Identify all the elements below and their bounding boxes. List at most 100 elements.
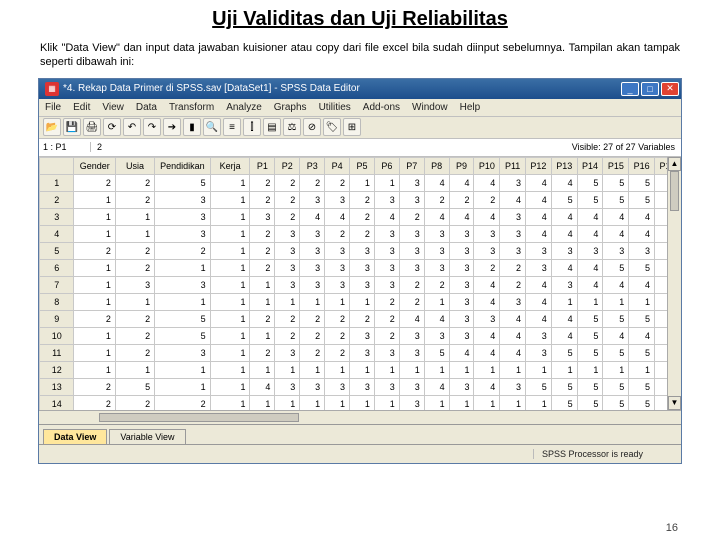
data-cell[interactable]: 2	[300, 327, 325, 344]
data-cell[interactable]: 4	[474, 208, 500, 225]
data-cell[interactable]: 1	[350, 174, 375, 191]
data-cell[interactable]: 2	[474, 259, 500, 276]
menu-window[interactable]: Window	[412, 102, 448, 113]
row-header[interactable]: 8	[40, 293, 74, 310]
data-cell[interactable]: 5	[577, 327, 603, 344]
data-cell[interactable]: 1	[374, 361, 399, 378]
data-cell[interactable]: 2	[449, 191, 474, 208]
data-cell[interactable]: 3	[424, 242, 449, 259]
data-cell[interactable]: 4	[603, 208, 629, 225]
data-cell[interactable]: 1	[115, 293, 154, 310]
data-cell[interactable]: 1	[74, 259, 115, 276]
data-cell[interactable]: 2	[250, 225, 275, 242]
scroll-thumb-h[interactable]	[99, 413, 299, 422]
data-cell[interactable]: 4	[525, 293, 551, 310]
data-cell[interactable]: 2	[250, 174, 275, 191]
data-cell[interactable]: 3	[275, 276, 300, 293]
data-cell[interactable]: 4	[500, 327, 526, 344]
data-cell[interactable]: 2	[424, 191, 449, 208]
data-cell[interactable]: 2	[474, 191, 500, 208]
data-cell[interactable]: 3	[300, 225, 325, 242]
data-cell[interactable]: 5	[629, 344, 655, 361]
data-cell[interactable]: 1	[250, 276, 275, 293]
data-cell[interactable]: 1	[74, 225, 115, 242]
data-cell[interactable]: 4	[250, 378, 275, 395]
data-cell[interactable]: 2	[374, 310, 399, 327]
column-header[interactable]: P3	[300, 157, 325, 174]
menu-view[interactable]: View	[102, 102, 124, 113]
column-header[interactable]: P11	[500, 157, 526, 174]
data-cell[interactable]: 3	[325, 378, 350, 395]
vertical-scrollbar[interactable]: ▲ ▼	[667, 157, 681, 410]
undo-icon[interactable]: ↶	[123, 118, 141, 136]
column-header[interactable]: Kerja	[210, 157, 250, 174]
data-cell[interactable]: 2	[115, 259, 154, 276]
data-cell[interactable]: 3	[500, 378, 526, 395]
data-cell[interactable]: 2	[325, 310, 350, 327]
data-cell[interactable]: 1	[551, 293, 577, 310]
data-cell[interactable]: 2	[250, 242, 275, 259]
data-cell[interactable]: 3	[155, 225, 211, 242]
data-cell[interactable]: 3	[577, 242, 603, 259]
data-cell[interactable]: 3	[399, 191, 424, 208]
data-cell[interactable]: 2	[74, 310, 115, 327]
data-cell[interactable]: 5	[551, 378, 577, 395]
data-cell[interactable]: 3	[374, 344, 399, 361]
data-cell[interactable]: 2	[300, 174, 325, 191]
data-cell[interactable]: 2	[115, 327, 154, 344]
data-cell[interactable]: 3	[525, 242, 551, 259]
data-cell[interactable]: 3	[449, 242, 474, 259]
data-cell[interactable]: 1	[325, 293, 350, 310]
data-cell[interactable]: 3	[500, 242, 526, 259]
data-cell[interactable]: 1	[115, 361, 154, 378]
data-cell[interactable]: 4	[500, 191, 526, 208]
insert-case-icon[interactable]: ≡	[223, 118, 241, 136]
data-cell[interactable]: 1	[155, 293, 211, 310]
data-cell[interactable]: 1	[210, 378, 250, 395]
data-cell[interactable]: 1	[629, 293, 655, 310]
row-header[interactable]: 9	[40, 310, 74, 327]
row-header[interactable]: 3	[40, 208, 74, 225]
sets-icon[interactable]: ⊞	[343, 118, 361, 136]
scroll-up-arrow-icon[interactable]: ▲	[668, 157, 681, 171]
data-cell[interactable]: 4	[525, 276, 551, 293]
data-cell[interactable]: 4	[551, 225, 577, 242]
data-cell[interactable]: 4	[424, 208, 449, 225]
data-cell[interactable]: 3	[300, 378, 325, 395]
data-cell[interactable]: 5	[155, 310, 211, 327]
data-cell[interactable]: 5	[603, 344, 629, 361]
data-cell[interactable]: 3	[449, 225, 474, 242]
data-cell[interactable]: 3	[399, 259, 424, 276]
data-cell[interactable]: 2	[250, 310, 275, 327]
row-header[interactable]: 2	[40, 191, 74, 208]
data-cell[interactable]: 2	[399, 293, 424, 310]
data-cell[interactable]: 1	[474, 361, 500, 378]
data-cell[interactable]: 3	[350, 378, 375, 395]
data-cell[interactable]: 2	[350, 310, 375, 327]
data-cell[interactable]: 5	[629, 259, 655, 276]
data-cell[interactable]: 2	[500, 276, 526, 293]
column-header[interactable]: P14	[577, 157, 603, 174]
data-cell[interactable]: 5	[577, 174, 603, 191]
data-cell[interactable]: 5	[155, 327, 211, 344]
data-cell[interactable]: 3	[350, 276, 375, 293]
data-cell[interactable]: 1	[210, 310, 250, 327]
data-cell[interactable]: 1	[115, 208, 154, 225]
data-cell[interactable]: 4	[603, 327, 629, 344]
split-icon[interactable]: ▤	[263, 118, 281, 136]
minimize-button[interactable]: _	[621, 82, 639, 96]
row-header[interactable]: 7	[40, 276, 74, 293]
data-cell[interactable]: 2	[399, 208, 424, 225]
data-cell[interactable]: 5	[603, 310, 629, 327]
data-cell[interactable]: 2	[350, 191, 375, 208]
row-header[interactable]: 1	[40, 174, 74, 191]
data-cell[interactable]: 5	[603, 174, 629, 191]
column-header[interactable]: P5	[350, 157, 375, 174]
data-cell[interactable]: 2	[325, 174, 350, 191]
data-cell[interactable]: 4	[449, 174, 474, 191]
data-cell[interactable]: 3	[374, 378, 399, 395]
data-cell[interactable]: 3	[325, 191, 350, 208]
data-cell[interactable]: 3	[300, 259, 325, 276]
tab-variable-view[interactable]: Variable View	[109, 429, 185, 444]
data-cell[interactable]: 1	[350, 293, 375, 310]
